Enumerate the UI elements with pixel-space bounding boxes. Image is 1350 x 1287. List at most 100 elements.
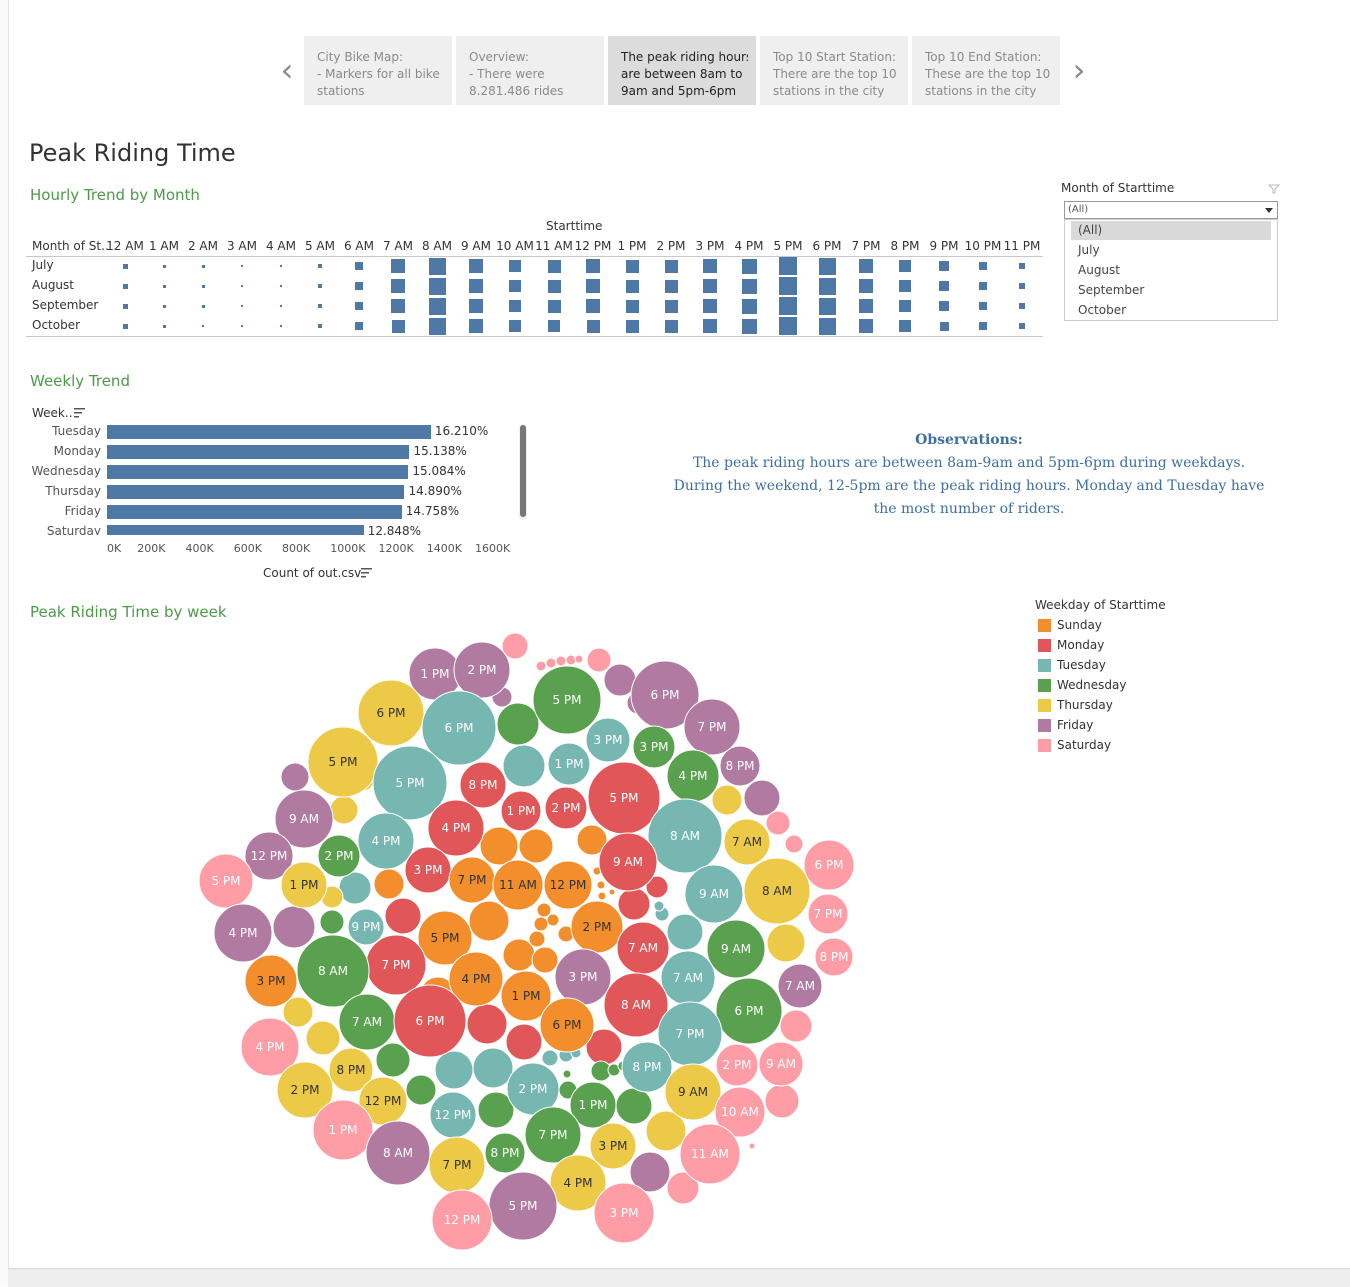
bubble-label: 11 AM [499,878,537,892]
bubble-label: 10 AM [721,1105,759,1119]
bubble[interactable] [562,1069,572,1079]
bubble-label: 9 AM [613,855,643,869]
bubble-label: 7 PM [697,720,726,734]
bubble[interactable] [505,1023,543,1061]
bubble[interactable] [541,1049,559,1067]
bubble-label: 6 PM [650,688,679,702]
bubble[interactable] [305,1020,341,1056]
bubble[interactable] [596,880,606,890]
bubble[interactable] [319,909,345,935]
bubble-label: 7 AM [785,979,815,993]
bubble[interactable] [565,654,577,666]
bubble[interactable] [766,923,806,963]
bubble[interactable] [784,834,804,854]
bubble-label: 4 PM [228,926,257,940]
bubble[interactable] [779,1009,813,1043]
bubble[interactable] [535,660,547,672]
bubble[interactable] [472,1047,514,1089]
bubble[interactable] [373,868,405,900]
bubble[interactable] [608,888,616,896]
bubble[interactable] [496,702,540,746]
bubble-label: 12 PM [251,849,288,863]
bubble[interactable] [531,946,559,974]
bubble-label: 3 PM [593,733,622,747]
bubble[interactable] [586,647,612,673]
bubble-label: 3 PM [256,974,285,988]
bottom-scrollbar[interactable] [8,1268,1350,1287]
bubble-label: 5 PM [552,693,581,707]
bubble-label: 7 PM [675,1027,704,1041]
bubble-label: 3 PM [413,863,442,877]
bubble[interactable] [545,657,557,669]
bubble-label: 7 AM [732,835,762,849]
bubble-label: 12 PM [365,1094,402,1108]
bubble-label: 5 PM [609,791,638,805]
bubble[interactable] [479,826,519,866]
bubble-label: 3 PM [609,1206,638,1220]
bubble[interactable] [533,916,549,932]
bubble-label: 4 PM [441,821,470,835]
bubble[interactable] [617,887,651,921]
bubble-label: 6 PM [552,1018,581,1032]
bubble-label: 12 PM [435,1108,472,1122]
bubble[interactable] [280,762,310,792]
bubble[interactable] [574,654,584,664]
bubble-label: 4 PM [371,834,400,848]
bubble-label: 2 PM [467,663,496,677]
bubble[interactable] [597,891,607,901]
bubble-label: 4 PM [461,972,490,986]
bubble[interactable] [743,779,781,817]
bubble[interactable] [536,902,552,918]
bubble-label: 9 AM [766,1057,796,1071]
bubble-label: 7 PM [457,873,486,887]
bubble-label: 6 PM [444,721,473,735]
bubble-label: 9 AM [721,942,751,956]
bubble[interactable] [375,1042,411,1078]
bubble[interactable] [748,1142,756,1150]
bubble-label: 2 PM [551,801,580,815]
bubble-label: 4 PM [255,1040,284,1054]
bubble[interactable] [666,913,704,951]
bubble-label: 9 AM [699,887,729,901]
bubble[interactable] [329,795,359,825]
bubble-label: 5 PM [395,776,424,790]
bubble-label: 6 PM [415,1014,444,1028]
bubble-label: 8 PM [819,950,848,964]
bubble[interactable] [653,900,665,912]
bubble[interactable] [434,1050,474,1090]
bubble-label: 3 PM [568,970,597,984]
bubble-label: 2 PM [722,1058,751,1072]
bubble[interactable] [711,784,743,816]
bubble[interactable] [765,810,791,836]
bubble[interactable] [272,905,316,949]
bubble[interactable] [405,1074,437,1106]
bubble[interactable] [384,897,422,935]
bubble-label: 7 PM [442,1158,471,1172]
bubble-label: 7 PM [813,907,842,921]
peak-riding-bubble-chart: 1 PM 2 PM 5 PM 6 PM 6 PM 6 PM 7 PM 3 PM 3 PM 5 PM… [198,632,855,1251]
bubble-label: 1 PM [328,1123,357,1137]
bubble[interactable] [764,1083,800,1119]
bubble[interactable] [555,655,567,667]
bubble[interactable] [502,744,546,788]
bubble-label: 4 PM [563,1176,592,1190]
bubble-label: 8 PM [725,759,754,773]
bubble[interactable] [615,1087,653,1125]
bubble-label: 1 PM [554,757,583,771]
bubble-label: 2 PM [518,1082,547,1096]
bubble-label: 8 AM [621,998,651,1012]
bubble-label: 5 PM [508,1199,537,1213]
bubble-label: 5 PM [211,874,240,888]
bubble-label: 8 PM [468,778,497,792]
bubble[interactable] [502,938,536,972]
bubble[interactable] [466,1003,508,1045]
bubble-label: 2 PM [290,1083,319,1097]
bubble-label: 1 PM [511,989,540,1003]
bubble-label: 1 PM [506,804,535,818]
bubble-label: 4 PM [678,769,707,783]
bubble[interactable] [468,900,510,942]
bubble[interactable] [518,828,554,864]
bubble-label: 1 PM [420,667,449,681]
bubble[interactable] [546,913,560,927]
bubble-label: 8 PM [336,1063,365,1077]
